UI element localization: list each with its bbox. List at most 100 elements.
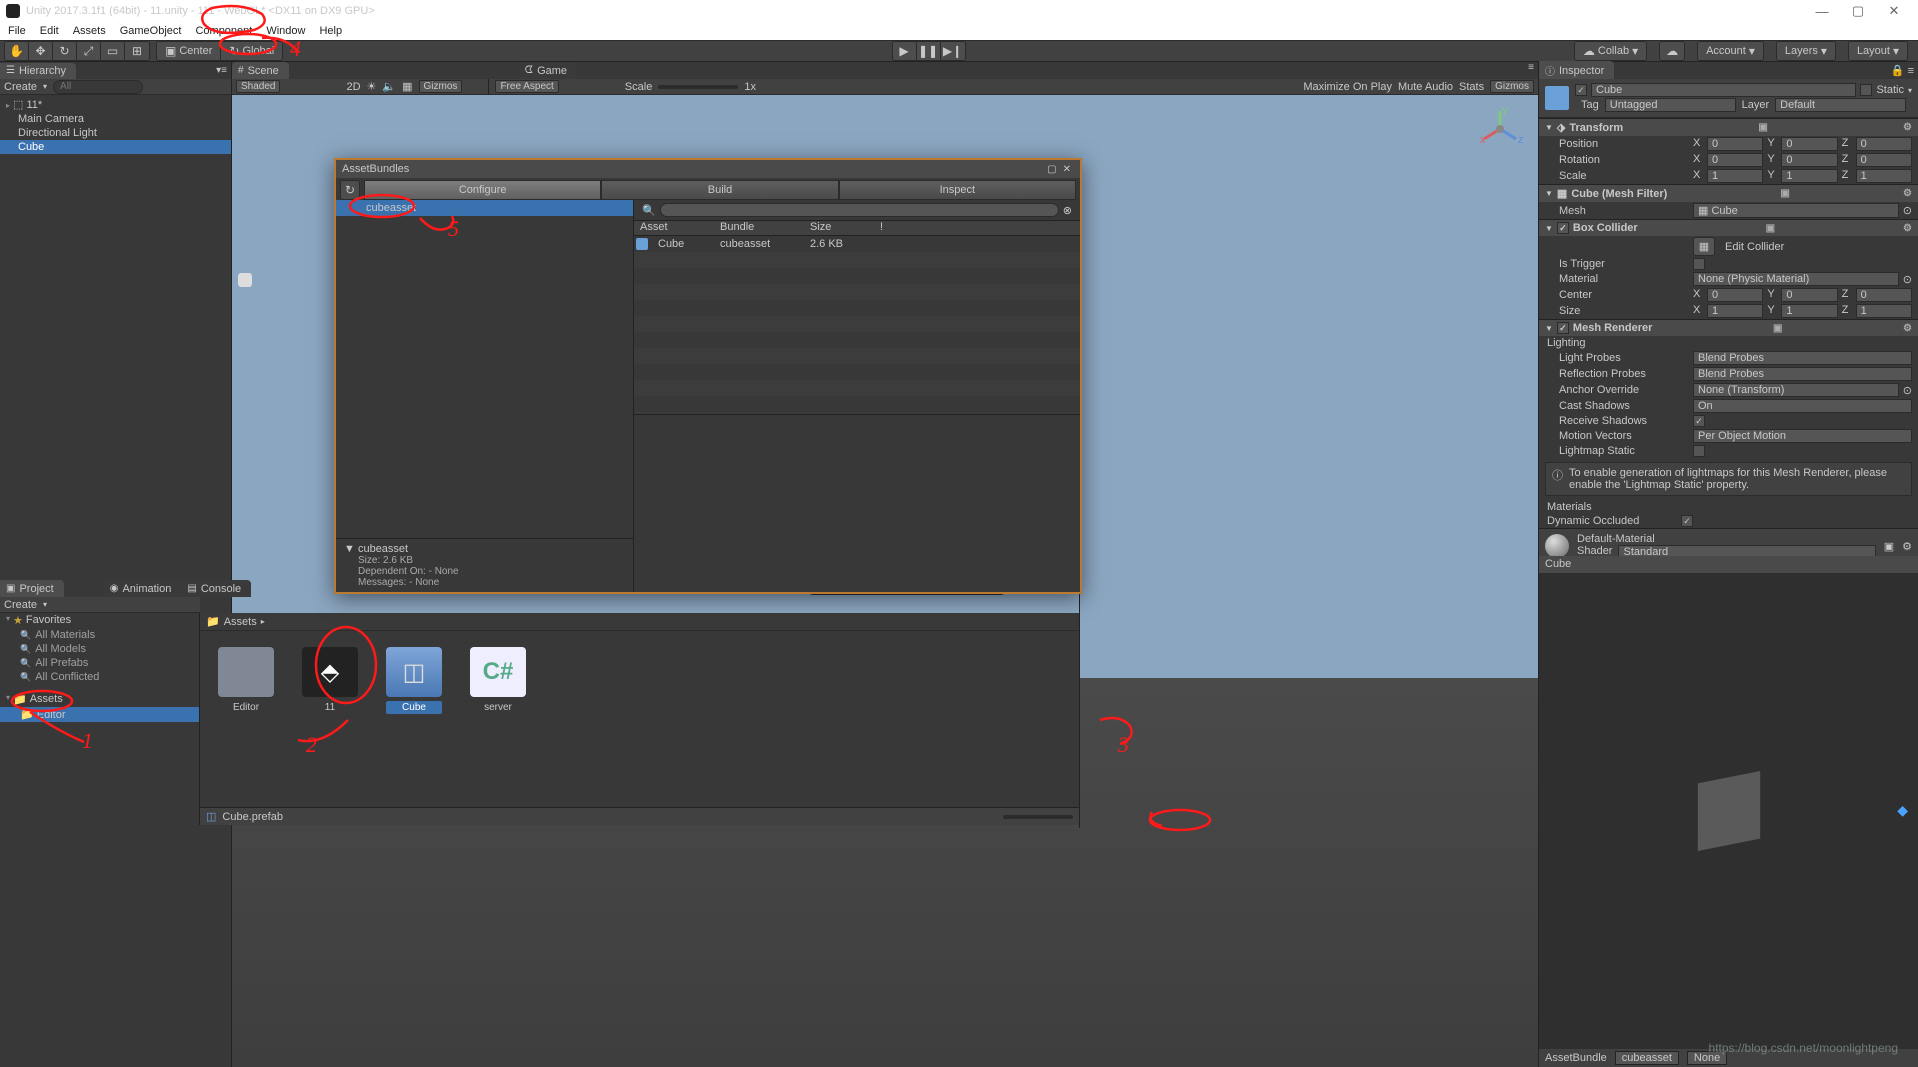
animation-tab[interactable]: ◉Animation [104, 580, 182, 597]
bundle-item-cubeasset[interactable]: cubeasset [336, 200, 633, 216]
cast-shadows-dropdown[interactable]: On [1693, 399, 1912, 413]
asset-cube-prefab[interactable]: ◫Cube [386, 647, 442, 714]
col-messages[interactable]: ! [874, 221, 904, 235]
move-tool-icon[interactable]: ✥ [29, 42, 53, 60]
hierarchy-create[interactable]: Create [4, 81, 37, 93]
layer-dropdown[interactable]: Default [1775, 98, 1906, 112]
hierarchy-item-light[interactable]: Directional Light [0, 126, 231, 140]
gear-icon[interactable]: ⚙ [1903, 122, 1912, 133]
lock-icon[interactable]: 🔒 [1888, 65, 1908, 77]
anchor-override-field[interactable]: None (Transform) [1693, 383, 1899, 397]
assets-folder[interactable]: 📁 Assets [0, 692, 199, 707]
game-opt-mute[interactable]: Mute Audio [1398, 81, 1453, 93]
help-icon[interactable]: ▣ [1758, 122, 1767, 133]
object-picker-icon[interactable]: ⊙ [1903, 273, 1912, 286]
phys-material-field[interactable]: None (Physic Material) [1693, 272, 1899, 286]
menu-gameobject[interactable]: GameObject [120, 25, 182, 37]
menu-edit[interactable]: Edit [40, 25, 59, 37]
assetbundle-labels-icon[interactable]: ◆ [1897, 802, 1908, 819]
breadcrumb-assets[interactable]: Assets [224, 616, 257, 628]
gameobject-name-field[interactable]: Cube [1591, 83, 1856, 97]
help-icon[interactable]: ▣ [1766, 223, 1775, 234]
scale-x[interactable]: 1 [1707, 169, 1763, 183]
gear-icon[interactable]: ⚙ [1903, 188, 1912, 199]
help-icon[interactable]: ▣ [1780, 188, 1789, 199]
clear-search-icon[interactable]: ⊗ [1063, 204, 1072, 217]
tag-dropdown[interactable]: Untagged [1605, 98, 1736, 112]
asset-table-body[interactable]: Cube cubeasset 2.6 KB [634, 236, 1080, 414]
fav-all-prefabs[interactable]: All Prefabs [0, 656, 199, 670]
account-dropdown[interactable]: Account ▾ [1698, 42, 1763, 60]
light-toggle-icon[interactable]: ☀ [367, 80, 377, 93]
shader-dropdown[interactable]: Standard [1618, 545, 1875, 556]
close-button[interactable]: ✕ [1876, 3, 1912, 19]
dynamic-occluded-checkbox[interactable]: ✓ [1681, 515, 1693, 527]
asset-editor-folder[interactable]: Editor [218, 647, 274, 714]
scene-orientation-gizmo[interactable]: y x z [1476, 105, 1524, 153]
popup-dock-icon[interactable]: ▢ [1044, 164, 1059, 175]
asset-preview[interactable]: ◆ [1539, 573, 1918, 1050]
layout-dropdown[interactable]: Layout ▾ [1849, 42, 1907, 60]
gameobject-icon[interactable] [1545, 86, 1569, 110]
menu-file[interactable]: File [8, 25, 26, 37]
renderer-enabled-checkbox[interactable]: ✓ [1557, 322, 1569, 334]
assetbundle-dropdown[interactable]: cubeasset [1615, 1051, 1679, 1065]
game-opt-stats[interactable]: Stats [1459, 81, 1484, 93]
gameobject-active-checkbox[interactable]: ✓ [1575, 84, 1587, 96]
scale-tool-icon[interactable]: ⤢ [77, 42, 101, 60]
pos-x[interactable]: 0 [1707, 137, 1763, 151]
tab-inspect[interactable]: Inspect [839, 180, 1076, 200]
object-picker-icon[interactable]: ⊙ [1903, 204, 1912, 217]
pos-y[interactable]: 0 [1781, 137, 1837, 151]
static-checkbox[interactable] [1860, 84, 1872, 96]
hierarchy-tab[interactable]: ☰Hierarchy [0, 63, 76, 79]
popup-titlebar[interactable]: AssetBundles ▢ ✕ [336, 160, 1080, 178]
cloud-button[interactable]: ☁ [1660, 42, 1684, 60]
multi-tool-icon[interactable]: ⊞ [125, 42, 149, 60]
hierarchy-scene[interactable]: ⬚ 11* [0, 97, 231, 112]
col-size[interactable]: Size [804, 221, 874, 235]
refresh-button[interactable]: ↻ [340, 180, 360, 200]
popup-close-icon[interactable]: ✕ [1060, 164, 1074, 175]
asset-scene-11[interactable]: ⬘11 [302, 647, 358, 714]
receive-shadows-checkbox[interactable]: ✓ [1693, 415, 1705, 427]
gear-icon[interactable]: ⚙ [1903, 323, 1912, 334]
menu-component[interactable]: Component [195, 25, 252, 37]
scale-y[interactable]: 1 [1781, 169, 1837, 183]
fav-all-materials[interactable]: All Materials [0, 628, 199, 642]
favorites-header[interactable]: ★ Favorites [0, 613, 199, 628]
inspector-tab[interactable]: ⓘInspector [1539, 61, 1614, 80]
table-row[interactable]: Cube cubeasset 2.6 KB [634, 236, 1080, 252]
help-icon[interactable]: ▣ [1773, 323, 1782, 334]
handle-toggle[interactable]: ↻ Global [221, 42, 282, 60]
project-tab[interactable]: ▣Project [0, 580, 64, 597]
lightmap-static-checkbox[interactable] [1693, 445, 1705, 457]
assetbundles-window[interactable]: AssetBundles ▢ ✕ ↻ Configure Build Inspe… [334, 158, 1082, 594]
inspector-panel-menu-icon[interactable]: ≡ [1908, 65, 1914, 77]
asset-grid[interactable]: Editor ⬘11 ◫Cube C#server [200, 631, 1079, 807]
material-header[interactable]: Default-Material ShaderStandard ▣⚙ [1539, 528, 1918, 556]
rot-z[interactable]: 0 [1856, 153, 1912, 167]
menu-help[interactable]: Help [319, 25, 342, 37]
grid-size-slider[interactable] [1003, 815, 1073, 819]
minimize-button[interactable]: — [1804, 4, 1840, 19]
hierarchy-item-camera[interactable]: Main Camera [0, 112, 231, 126]
panel-menu-icon[interactable]: ▾≡ [212, 65, 231, 76]
console-tab[interactable]: ▤Console [181, 580, 251, 597]
collider-enabled-checkbox[interactable]: ✓ [1557, 222, 1569, 234]
project-create-button[interactable]: Create [4, 599, 37, 611]
hierarchy-item-cube[interactable]: Cube [0, 140, 231, 154]
hand-tool-icon[interactable]: ✋ [5, 42, 29, 60]
collab-dropdown[interactable]: ☁ Collab ▾ [1575, 42, 1646, 60]
pause-button[interactable]: ❚❚ [917, 42, 941, 60]
asset-server-script[interactable]: C#server [470, 647, 526, 714]
gizmos-dropdown[interactable]: Gizmos [419, 80, 463, 93]
help-icon[interactable]: ▣ [1884, 540, 1894, 553]
menu-assets[interactable]: Assets [73, 25, 106, 37]
game-aspect-dropdown[interactable]: Free Aspect [495, 80, 558, 93]
maximize-button[interactable]: ▢ [1840, 3, 1876, 19]
game-scale-slider[interactable] [658, 85, 738, 89]
col-bundle[interactable]: Bundle [714, 221, 804, 235]
asset-search-input[interactable] [660, 203, 1059, 217]
light-probes-dropdown[interactable]: Blend Probes [1693, 351, 1912, 365]
